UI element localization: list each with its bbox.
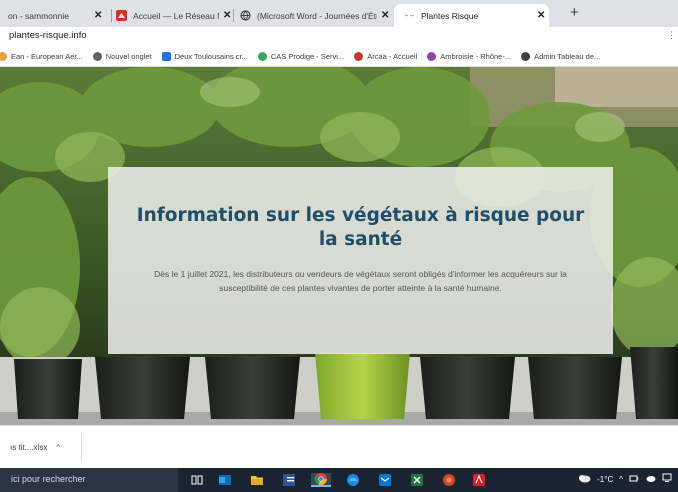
- bookmark-admin-tableau[interactable]: Admin Tableau de...: [521, 52, 600, 61]
- web-content: Information sur les végétaux à risque po…: [0, 67, 678, 425]
- bookmark-favicon-icon: [257, 52, 267, 61]
- bookmark-ambroisie[interactable]: Ambroisie - Rhône-...: [427, 52, 511, 61]
- tab-sammonnie[interactable]: on - sammonnie ✕: [8, 4, 112, 27]
- chevron-up-icon[interactable]: ^: [56, 443, 60, 452]
- tab-separator: [111, 9, 112, 22]
- bookmark-label: CAS Prodige - Servi...: [270, 52, 345, 61]
- bookmark-label: Ean - European Aer...: [11, 52, 83, 61]
- bookmark-favicon-icon: [427, 52, 437, 61]
- bookmark-favicon-icon: [0, 52, 7, 61]
- task-view-icon[interactable]: [190, 473, 204, 487]
- loading-icon: [404, 10, 415, 21]
- tab-title: (Microsoft Word - Journées d'Étu: [257, 10, 377, 21]
- tab-title: Accueil — Le Réseau National de: [133, 10, 219, 21]
- bookmark-favicon-icon: [161, 52, 171, 61]
- taskbar-search-field[interactable]: ici pour rechercher: [0, 468, 178, 492]
- network-cloud-icon[interactable]: [645, 473, 656, 485]
- bookmark-label: Arcaa - Accueil: [367, 52, 418, 61]
- bookmark-label: Ambroisie - Rhône-...: [440, 52, 512, 61]
- bookmark-cas-prodige[interactable]: CAS Prodige - Servi...: [257, 52, 345, 61]
- battery-icon[interactable]: [629, 473, 639, 485]
- tab-close-icon[interactable]: ✕: [537, 10, 545, 21]
- tab-close-icon[interactable]: ✕: [223, 10, 231, 21]
- acrobat-icon[interactable]: [472, 473, 486, 487]
- edge-icon[interactable]: [346, 473, 360, 487]
- word-icon[interactable]: [282, 473, 296, 487]
- url-field[interactable]: plantes-risque.info: [9, 30, 87, 41]
- bookmark-deux-toulousains[interactable]: Deux Toulousains cr...: [161, 52, 248, 61]
- tab-microsoft-word[interactable]: (Microsoft Word - Journées d'Étu ✕: [240, 4, 390, 27]
- download-shelf: ıs tit....xlsx ^: [0, 425, 678, 468]
- bookmarks-bar: Ean - European Aer... Nouvel onglet Deux…: [0, 47, 678, 67]
- tab-plantes-risque[interactable]: Plantes Risque ✕: [394, 4, 549, 27]
- bookmark-ean[interactable]: Ean - European Aer...: [0, 52, 83, 61]
- globe-icon: [92, 52, 102, 61]
- temperature-label[interactable]: -1°C: [597, 475, 613, 484]
- download-filename: ıs tit....xlsx: [10, 442, 48, 452]
- page-title: Information sur les végétaux à risque po…: [136, 205, 585, 250]
- bookmark-nouvel-onglet[interactable]: Nouvel onglet: [92, 52, 152, 61]
- rnsa-favicon-icon: [116, 10, 127, 21]
- globe-icon: [240, 10, 251, 21]
- info-panel: Information sur les végétaux à risque po…: [108, 167, 613, 354]
- new-tab-button[interactable]: +: [570, 4, 579, 22]
- bookmark-favicon-icon: [521, 52, 531, 61]
- tab-close-icon[interactable]: ✕: [381, 10, 389, 21]
- file-explorer-icon[interactable]: [250, 473, 264, 487]
- windows-taskbar: ici pour rechercher -1°C ^: [0, 468, 678, 492]
- powerpoint-icon[interactable]: [442, 473, 456, 487]
- bookmark-label: Deux Toulousains cr...: [174, 52, 248, 61]
- excel-icon[interactable]: [410, 473, 424, 487]
- tray-chevron-icon[interactable]: ^: [619, 475, 623, 484]
- bookmark-favicon-icon: [354, 52, 364, 61]
- weather-cloud-icon[interactable]: [577, 473, 591, 485]
- address-menu-icon[interactable]: ⋮: [667, 30, 676, 41]
- bookmark-arcaa[interactable]: Arcaa - Accueil: [354, 52, 417, 61]
- bookmark-label: Admin Tableau de...: [534, 52, 601, 61]
- tab-separator: [233, 9, 234, 22]
- screen: on - sammonnie ✕ Accueil — Le Réseau Nat…: [0, 0, 678, 492]
- intro-paragraph: Dès le 1 juillet 2021, les distributeurs…: [154, 269, 567, 293]
- tab-close-icon[interactable]: ✕: [94, 10, 102, 21]
- chrome-icon[interactable]: [311, 473, 331, 487]
- tab-strip: on - sammonnie ✕ Accueil — Le Réseau Nat…: [0, 0, 678, 27]
- address-bar: plantes-risque.info ⋮: [0, 27, 678, 47]
- display-icon[interactable]: [662, 473, 672, 485]
- download-item[interactable]: ıs tit....xlsx ^: [0, 433, 82, 461]
- system-tray: -1°C ^: [571, 473, 672, 485]
- tab-title: Plantes Risque: [421, 10, 479, 21]
- bookmark-label: Nouvel onglet: [105, 52, 152, 61]
- tab-title: on - sammonnie: [8, 10, 69, 21]
- outlook-icon[interactable]: [218, 473, 232, 487]
- mail-icon[interactable]: [378, 473, 392, 487]
- tab-reseau-national[interactable]: Accueil — Le Réseau National de ✕: [116, 4, 234, 27]
